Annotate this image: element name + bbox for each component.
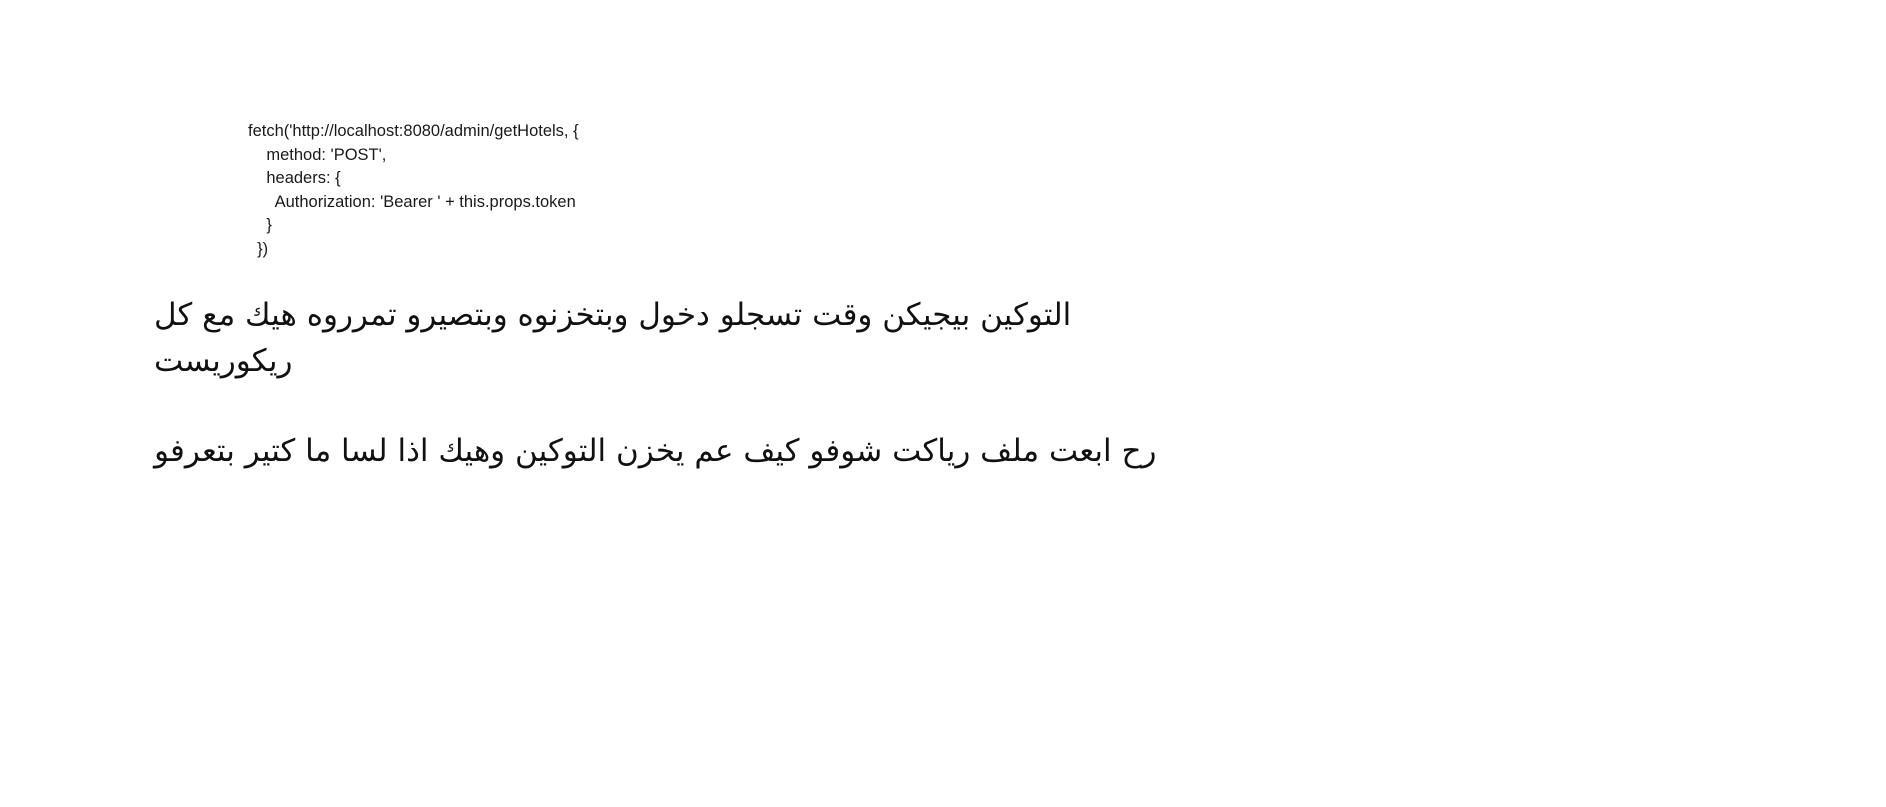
react-file-note-paragraph: رح ابعت ملف رياكت شوفو كيف عم يخزن التوك… [154,428,1214,474]
code-line: fetch('http://localhost:8080/admin/getHo… [248,122,579,140]
paragraph-line: رح ابعت ملف رياكت شوفو كيف عم يخزن التوك… [154,433,1157,469]
code-line: Authorization: 'Bearer ' + this.props.to… [248,192,576,211]
paragraph-line: التوكين بيجيكن وقت تسجلو دخول وبتخزنوه و… [154,297,1072,333]
code-line: }) [248,239,269,258]
code-line: } [248,216,272,234]
code-line: method: 'POST', [248,145,387,164]
code-snippet: fetch('http://localhost:8080/admin/getHo… [248,120,668,261]
paragraph-line: ريكوريست [154,343,293,379]
token-explanation-paragraph: التوكين بيجيكن وقت تسجلو دخول وبتخزنوه و… [154,292,1214,384]
code-line: headers: { [248,169,341,187]
